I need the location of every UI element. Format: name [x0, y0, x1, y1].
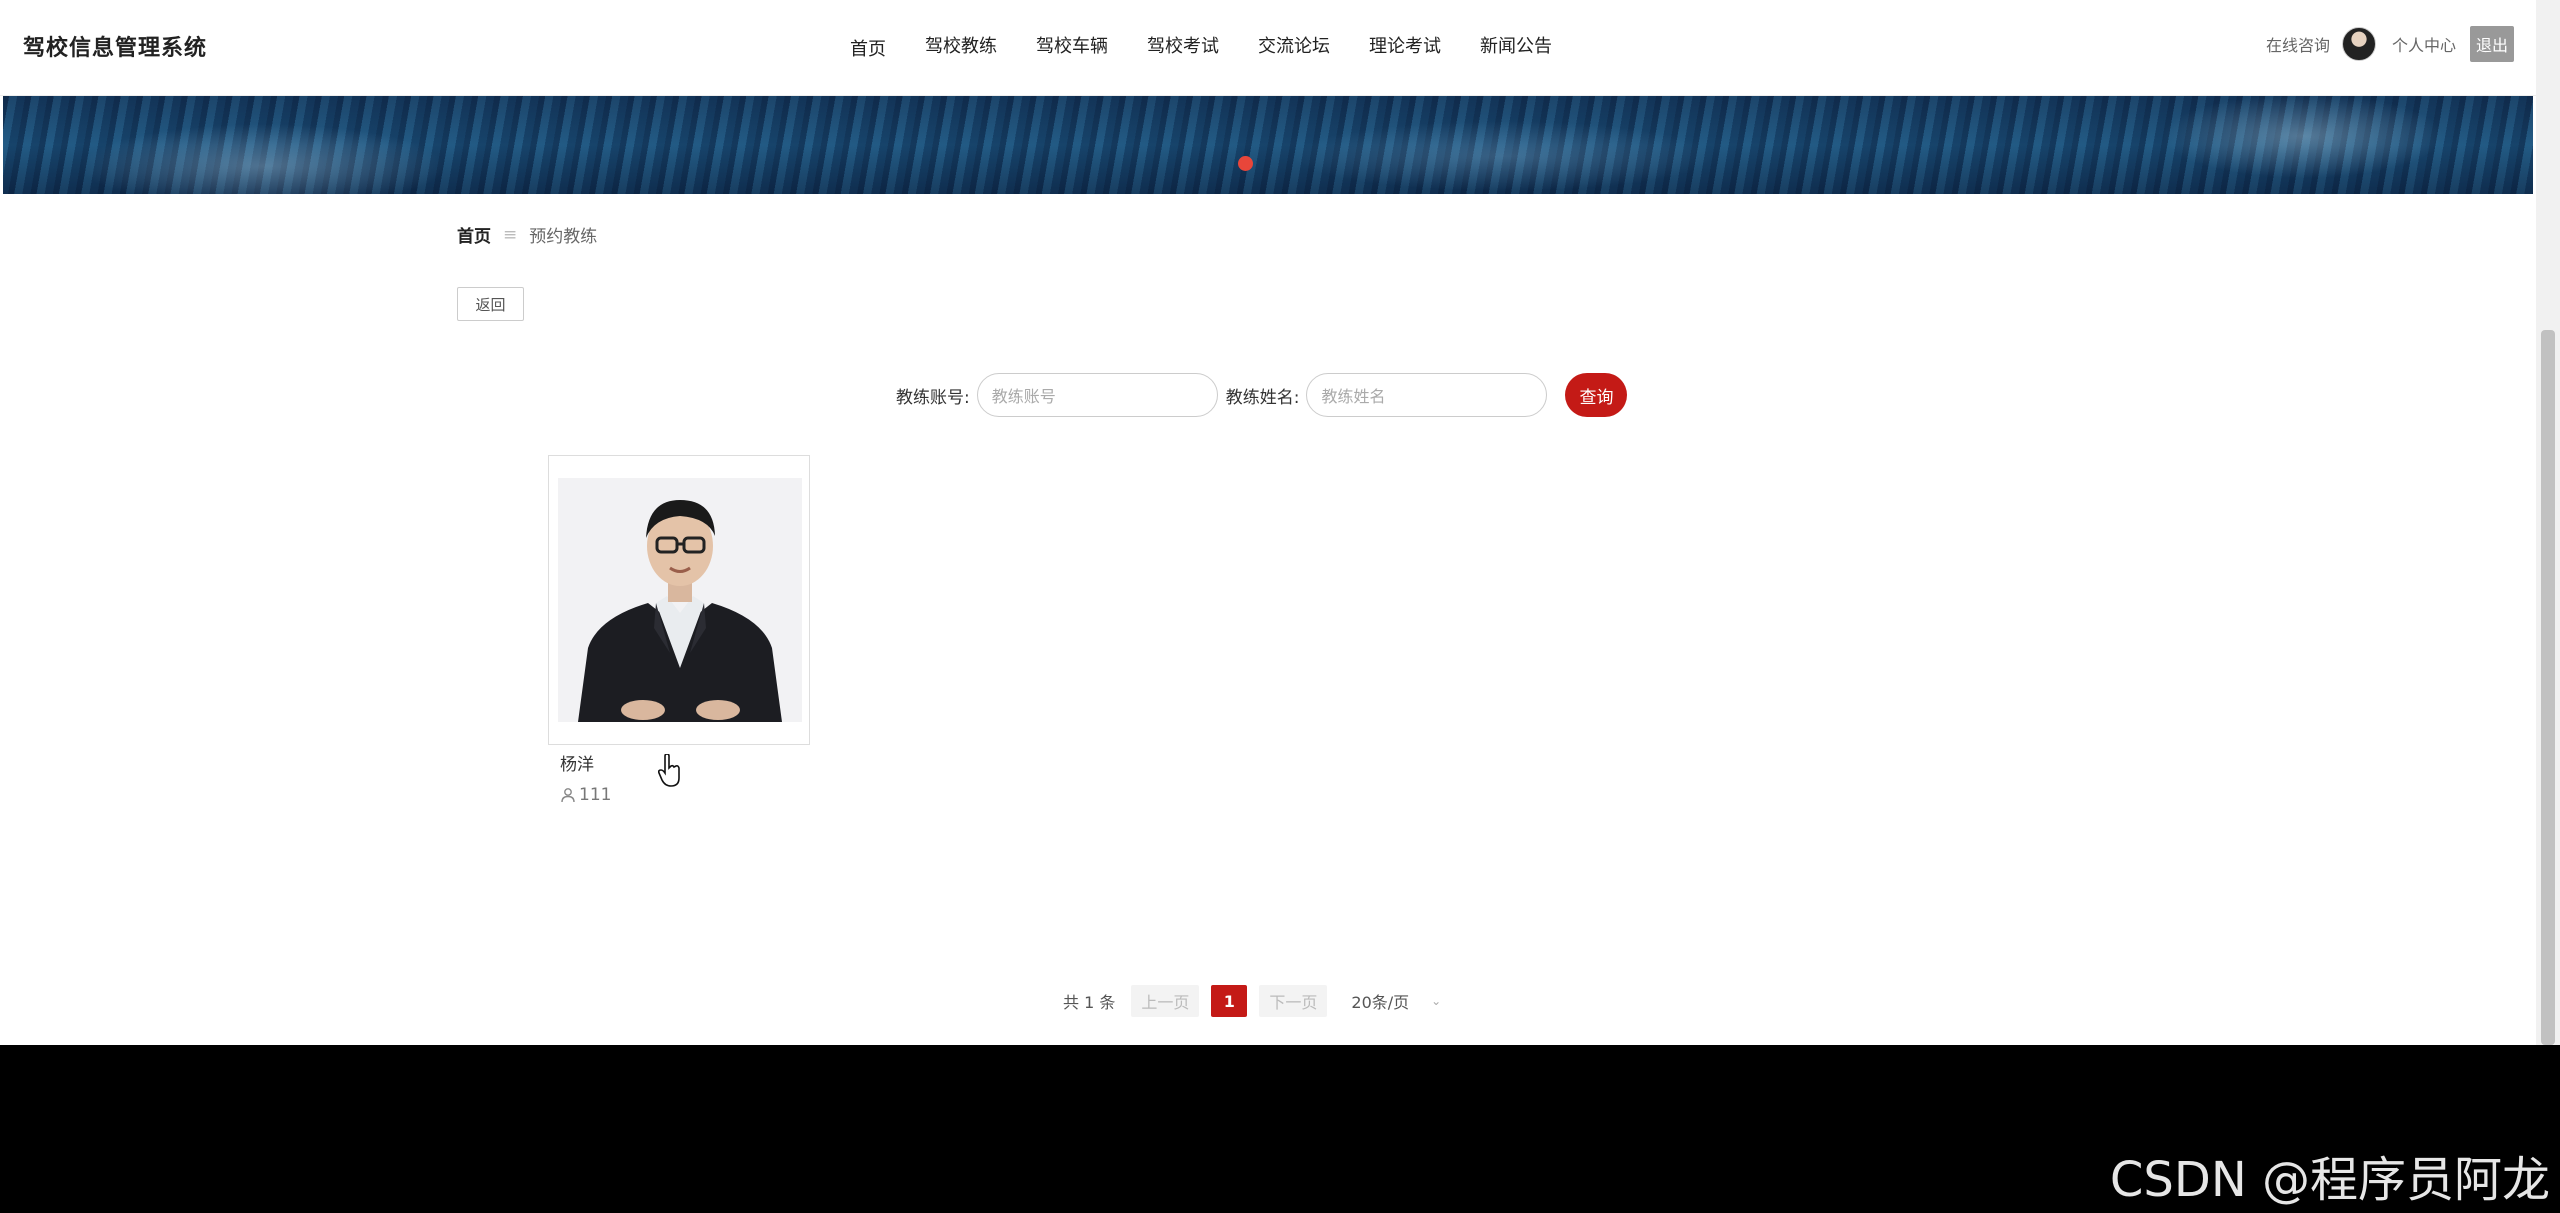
carousel-indicator[interactable]	[1238, 156, 1253, 171]
coach-photo[interactable]	[558, 478, 802, 722]
online-consult-link[interactable]: 在线咨询	[2266, 32, 2330, 56]
top-header: 驾校信息管理系统 首页 驾校教练 驾校车辆 驾校考试 交流论坛 理论考试 新闻公…	[0, 0, 2536, 96]
breadcrumb-current: 预约教练	[529, 227, 598, 247]
page-number-1[interactable]: 1	[1211, 985, 1248, 1017]
user-center-link[interactable]: 个人中心	[2392, 32, 2456, 56]
user-area: 在线咨询 个人中心 退出	[2266, 26, 2514, 62]
person-icon	[561, 788, 575, 803]
hand-cursor-icon	[658, 754, 680, 787]
coach-portrait-image	[558, 478, 802, 722]
nav-forum[interactable]: 交流论坛	[1258, 32, 1330, 61]
banner-carousel	[3, 96, 2533, 194]
nav-home[interactable]: 首页	[850, 35, 886, 61]
nav-coaches[interactable]: 驾校教练	[925, 32, 997, 61]
chevron-down-icon: ⌄	[1431, 994, 1442, 1008]
coach-name-label: 教练姓名:	[1225, 387, 1300, 408]
search-bar: 教练账号: 教练账号 教练姓名: 教练姓名 查询	[896, 373, 1628, 417]
main-nav: 首页 驾校教练 驾校车辆 驾校考试 交流论坛 理论考试 新闻公告	[850, 32, 1591, 61]
breadcrumb-separator: ≡	[503, 224, 518, 245]
page-size-select[interactable]: 20条/页 ⌄	[1351, 989, 1441, 1013]
nav-news[interactable]: 新闻公告	[1480, 32, 1552, 61]
logout-button[interactable]: 退出	[2469, 26, 2514, 62]
site-title: 驾校信息管理系统	[23, 36, 208, 61]
search-button[interactable]: 查询	[1565, 373, 1628, 417]
next-page-button[interactable]: 下一页	[1259, 985, 1328, 1017]
pagination: 共 1 条 上一页 1 下一页 20条/页 ⌄	[1063, 985, 1441, 1017]
watermark: CSDN @程序员阿龙	[2109, 1152, 2550, 1208]
nav-exams[interactable]: 驾校考试	[1147, 32, 1219, 61]
pagination-total: 共 1 条	[1063, 993, 1116, 1012]
page-size-value: 20条/页	[1351, 993, 1410, 1012]
coach-account-label: 教练账号:	[896, 387, 970, 408]
coach-name-input[interactable]: 教练姓名	[1306, 373, 1548, 417]
prev-page-button[interactable]: 上一页	[1131, 985, 1200, 1017]
breadcrumb: 首页 ≡ 预约教练	[457, 222, 598, 248]
coach-name[interactable]: 杨洋	[560, 750, 594, 775]
coach-meta: 111	[560, 785, 611, 805]
avatar[interactable]	[2341, 27, 2376, 61]
breadcrumb-home[interactable]: 首页	[457, 222, 491, 247]
nav-theory-test[interactable]: 理论考试	[1369, 32, 1441, 61]
coach-account-input[interactable]: 教练账号	[976, 373, 1218, 417]
nav-vehicles[interactable]: 驾校车辆	[1036, 32, 1108, 61]
back-button[interactable]: 返回	[457, 287, 524, 321]
scrollbar-thumb[interactable]	[2541, 330, 2555, 1045]
coach-card[interactable]	[548, 455, 810, 745]
coach-count: 111	[579, 785, 612, 805]
